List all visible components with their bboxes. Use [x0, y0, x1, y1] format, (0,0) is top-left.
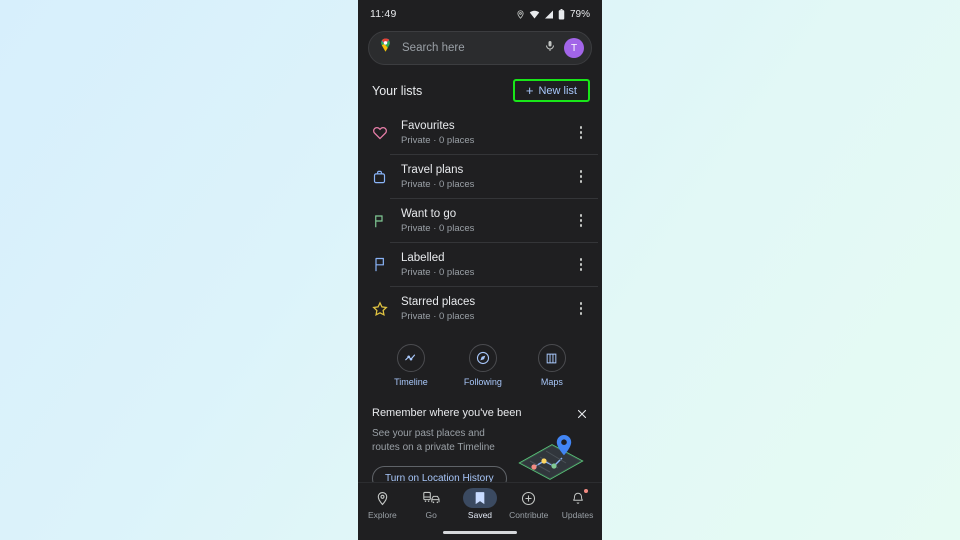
wifi-icon: [529, 10, 540, 19]
list-item-subtitle: Private · 0 places: [401, 222, 475, 234]
list-item-name: Favourites: [401, 119, 455, 132]
bell-icon: [561, 488, 595, 508]
action-label: Following: [463, 377, 502, 387]
heart-icon: [372, 125, 398, 141]
list-item-subtitle: Private · 0 places: [401, 178, 475, 190]
list-item-subtitle: Private · 0 places: [401, 266, 475, 278]
battery-percent: 79%: [569, 8, 590, 20]
new-list-label: New list: [538, 84, 577, 97]
close-icon[interactable]: [573, 405, 591, 423]
list-item-name: Want to go: [401, 207, 457, 220]
list-item-overflow-menu-icon[interactable]: [570, 208, 592, 234]
nav-item-updates[interactable]: Updates: [555, 488, 601, 520]
list-item-text: Want to go Private · 0 places: [398, 207, 570, 235]
nav-item-saved[interactable]: Saved: [457, 488, 503, 520]
list-item-text: Starred places Private · 0 places: [398, 295, 570, 323]
promo-text-block: See your past places and routes on a pri…: [372, 419, 510, 491]
list-item-name: Travel plans: [401, 163, 464, 176]
list-item[interactable]: Labelled Private · 0 places: [358, 243, 602, 286]
action-maps[interactable]: Maps: [537, 344, 566, 387]
page-title: Your lists: [372, 83, 423, 98]
location-pin-icon: [365, 488, 399, 508]
search-bar-container: Search here T: [358, 28, 602, 65]
action-label: Maps: [540, 377, 563, 387]
location-history-promo-card: Remember where you've been See your past…: [358, 407, 602, 491]
notification-badge: [583, 489, 588, 493]
action-label: Timeline: [394, 377, 428, 387]
list-item-text: Labelled Private · 0 places: [398, 251, 570, 279]
promo-title: Remember where you've been: [372, 407, 522, 419]
nav-label: Explore: [367, 510, 397, 520]
avatar[interactable]: T: [564, 38, 584, 58]
home-indicator[interactable]: [443, 531, 517, 534]
list-item[interactable]: Favourites Private · 0 places: [358, 111, 602, 154]
plus-circle-icon: [512, 488, 546, 508]
list-item-subtitle: Private · 0 places: [401, 310, 475, 322]
nav-label: Contribute: [509, 510, 549, 520]
google-maps-pin-icon: [377, 37, 394, 59]
commute-icon: [414, 488, 448, 508]
promo-description: See your past places and routes on a pri…: [372, 428, 495, 453]
new-list-button[interactable]: + New list: [517, 82, 586, 99]
nav-item-go[interactable]: Go: [408, 488, 454, 520]
phone-screen: 11:49 79% Search here T Your lists + New…: [358, 0, 602, 540]
list-item-text: Travel plans Private · 0 places: [398, 163, 570, 191]
list-item[interactable]: Travel plans Private · 0 places: [358, 155, 602, 198]
nav-item-contribute[interactable]: Contribute: [506, 488, 552, 520]
flag-filled-icon: [372, 213, 398, 229]
list-item[interactable]: Want to go Private · 0 places: [358, 199, 602, 242]
bookmark-icon: [462, 488, 497, 508]
list-item[interactable]: Starred places Private · 0 places: [358, 287, 602, 330]
list-item-overflow-menu-icon[interactable]: [570, 296, 592, 322]
search-bar[interactable]: Search here T: [368, 31, 592, 65]
star-icon: [372, 300, 398, 317]
action-following[interactable]: Following: [464, 344, 502, 387]
action-timeline[interactable]: Timeline: [394, 344, 428, 387]
list-item-name: Starred places: [401, 295, 476, 308]
isometric-map-route-icon: [510, 425, 590, 487]
new-list-highlight-box: + New list: [512, 79, 590, 102]
promo-body: See your past places and routes on a pri…: [372, 419, 590, 491]
list-item-name: Labelled: [401, 251, 445, 264]
signal-icon: [544, 10, 554, 19]
list-item-overflow-menu-icon[interactable]: [570, 164, 592, 190]
nav-label: Saved: [467, 510, 493, 520]
list-item-overflow-menu-icon[interactable]: [570, 120, 592, 146]
battery-icon: [558, 8, 565, 20]
suitcase-icon: [372, 169, 398, 185]
microphone-icon[interactable]: [544, 39, 556, 58]
nav-label: Go: [425, 510, 437, 520]
search-input[interactable]: Search here: [402, 42, 536, 54]
list-item-subtitle: Private · 0 places: [401, 134, 475, 146]
list-item-overflow-menu-icon[interactable]: [570, 252, 592, 278]
location-pin-icon: [516, 9, 525, 20]
saved-lists: Favourites Private · 0 places Travel pla…: [358, 111, 602, 330]
status-bar-icons: 79%: [516, 8, 590, 20]
status-bar: 11:49 79%: [358, 0, 602, 28]
list-item-text: Favourites Private · 0 places: [398, 119, 570, 147]
plus-icon: +: [525, 83, 534, 98]
quick-actions: Timeline Following Maps: [358, 330, 602, 393]
nav-label: Updates: [561, 510, 594, 520]
your-lists-header: Your lists + New list: [358, 65, 602, 111]
map-book-icon: [537, 344, 566, 372]
compass-icon: [468, 344, 497, 372]
timeline-chart-icon: [396, 344, 425, 372]
flag-outline-icon: [372, 256, 398, 273]
status-bar-time: 11:49: [370, 8, 397, 20]
nav-item-explore[interactable]: Explore: [359, 488, 405, 520]
